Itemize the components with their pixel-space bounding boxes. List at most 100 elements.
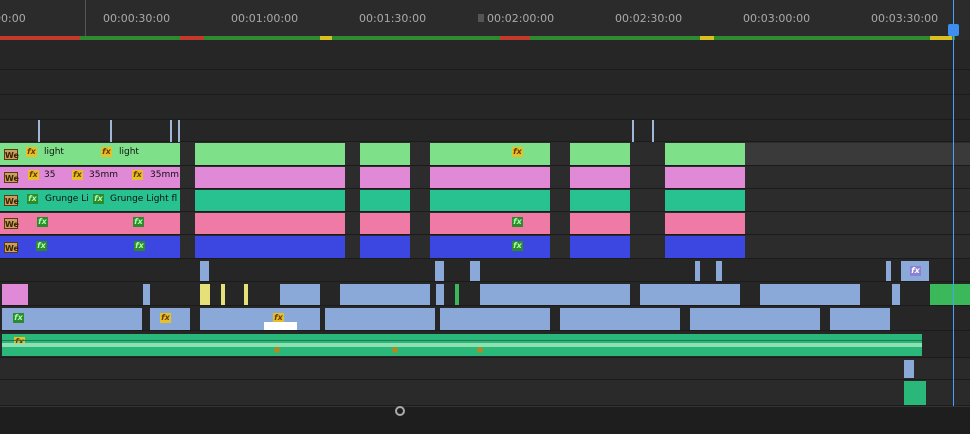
track-a1[interactable]: fx <box>0 331 970 358</box>
video-clip[interactable] <box>143 284 150 305</box>
track-empty[interactable] <box>0 95 970 120</box>
video-clip[interactable] <box>430 167 550 188</box>
clip-badge: We <box>4 242 19 253</box>
video-clip[interactable] <box>244 284 248 305</box>
video-clip[interactable] <box>930 284 970 305</box>
video-clip[interactable]: fx <box>901 261 929 281</box>
video-clip[interactable] <box>480 284 630 305</box>
track-empty[interactable] <box>0 70 970 95</box>
video-clip[interactable] <box>695 261 700 281</box>
video-clip[interactable] <box>280 284 320 305</box>
track-a2[interactable] <box>0 358 970 380</box>
video-clip[interactable] <box>665 236 745 258</box>
clip-name: light <box>119 147 139 157</box>
video-clip[interactable] <box>360 190 410 211</box>
video-clip[interactable] <box>892 284 900 305</box>
video-clip[interactable] <box>2 284 28 305</box>
track-empty[interactable] <box>0 40 970 70</box>
tracks-area[interactable]: We fx light fx light fx We fx 35 fx 35mm <box>0 40 970 406</box>
fx-icon: fx <box>26 147 37 157</box>
video-clip[interactable] <box>440 308 550 330</box>
video-clip[interactable] <box>886 261 891 281</box>
video-clip[interactable] <box>430 190 550 211</box>
video-clip[interactable] <box>690 308 820 330</box>
fx-icon: fx <box>133 217 144 227</box>
video-clip[interactable] <box>360 236 410 258</box>
video-clip[interactable] <box>221 284 225 305</box>
track-a3[interactable] <box>0 380 970 406</box>
video-clip[interactable] <box>830 308 890 330</box>
track-v1[interactable]: We fx fx fx <box>0 235 970 259</box>
video-clip[interactable] <box>570 190 630 211</box>
video-clip[interactable] <box>195 236 345 258</box>
zoom-handle-icon[interactable] <box>395 406 405 416</box>
video-clip[interactable]: We fx 35 fx 35mm fx 35mm <box>0 167 180 188</box>
track-overlay[interactable]: fx <box>0 259 970 282</box>
fx-icon: fx <box>27 194 38 204</box>
video-clip[interactable] <box>200 261 209 281</box>
video-clip[interactable] <box>360 213 410 234</box>
video-clip[interactable] <box>325 308 435 330</box>
video-clip[interactable] <box>195 143 345 165</box>
track-v3[interactable]: We fx Grunge Li fx Grunge Light fl <box>0 189 970 212</box>
video-clip[interactable] <box>570 167 630 188</box>
video-clip[interactable]: fx <box>430 143 550 165</box>
fx-icon: fx <box>13 313 24 323</box>
video-clip[interactable] <box>570 143 630 165</box>
track-v5[interactable]: We fx light fx light fx <box>0 142 970 166</box>
video-clip[interactable]: fx <box>430 236 550 258</box>
video-clip[interactable] <box>665 167 745 188</box>
time-ruler[interactable]: 00:00 00:00:30:00 00:01:00:00 00:01:30:0… <box>0 0 970 40</box>
video-clip[interactable] <box>716 261 722 281</box>
fx-icon: fx <box>36 241 47 251</box>
video-clip[interactable] <box>640 284 740 305</box>
timecode-label: 00:03:00:00 <box>743 12 811 25</box>
audio-clip[interactable] <box>904 360 914 378</box>
video-clip[interactable]: fx <box>200 308 320 330</box>
timecode-label: 00:02:00:00 <box>487 12 555 25</box>
video-clip[interactable] <box>200 284 210 305</box>
video-clip[interactable]: fx <box>430 213 550 234</box>
track-broll[interactable]: fx fx fx <box>0 306 970 331</box>
video-clip[interactable] <box>195 213 345 234</box>
track-v4[interactable]: We fx 35 fx 35mm fx 35mm <box>0 166 970 189</box>
clip-marker <box>170 120 172 142</box>
video-clip[interactable] <box>665 213 745 234</box>
video-clip[interactable] <box>436 284 444 305</box>
video-clip[interactable]: We fx Grunge Li fx Grunge Light fl <box>0 190 180 211</box>
video-clip[interactable]: fx <box>150 308 190 330</box>
video-clip[interactable]: We fx fx <box>0 236 180 258</box>
video-clip[interactable] <box>195 190 345 211</box>
video-clip[interactable]: fx <box>2 308 142 330</box>
video-clip[interactable] <box>665 190 745 211</box>
timeline-scrollbar[interactable] <box>0 406 970 434</box>
track-mixed[interactable] <box>0 282 970 306</box>
video-clip[interactable]: We fx fx <box>0 213 180 234</box>
fx-icon: fx <box>134 241 145 251</box>
video-clip[interactable] <box>360 143 410 165</box>
video-clip[interactable] <box>570 213 630 234</box>
video-clip[interactable]: We fx light fx light <box>0 143 180 165</box>
clip-badge: We <box>4 195 19 206</box>
audio-clip[interactable] <box>904 381 926 405</box>
fx-icon: fx <box>132 170 143 180</box>
video-clip[interactable] <box>360 167 410 188</box>
video-clip[interactable] <box>570 236 630 258</box>
fx-icon: fx <box>512 147 523 157</box>
track-v2[interactable]: We fx fx fx <box>0 212 970 235</box>
track-gap <box>745 143 970 165</box>
track-markers[interactable] <box>0 120 970 142</box>
video-clip[interactable] <box>560 308 680 330</box>
video-clip[interactable] <box>340 284 430 305</box>
audio-clip[interactable]: fx <box>2 334 922 356</box>
video-clip[interactable] <box>455 284 459 305</box>
video-clip[interactable] <box>665 143 745 165</box>
playhead-line[interactable] <box>953 0 954 406</box>
video-clip[interactable] <box>435 261 444 281</box>
video-clip[interactable] <box>470 261 480 281</box>
sequence-timeline[interactable]: 00:00 00:00:30:00 00:01:00:00 00:01:30:0… <box>0 0 970 434</box>
playhead-icon[interactable] <box>948 24 959 36</box>
video-clip[interactable] <box>760 284 860 305</box>
clip-name: 35 <box>44 170 56 180</box>
video-clip[interactable] <box>195 167 345 188</box>
